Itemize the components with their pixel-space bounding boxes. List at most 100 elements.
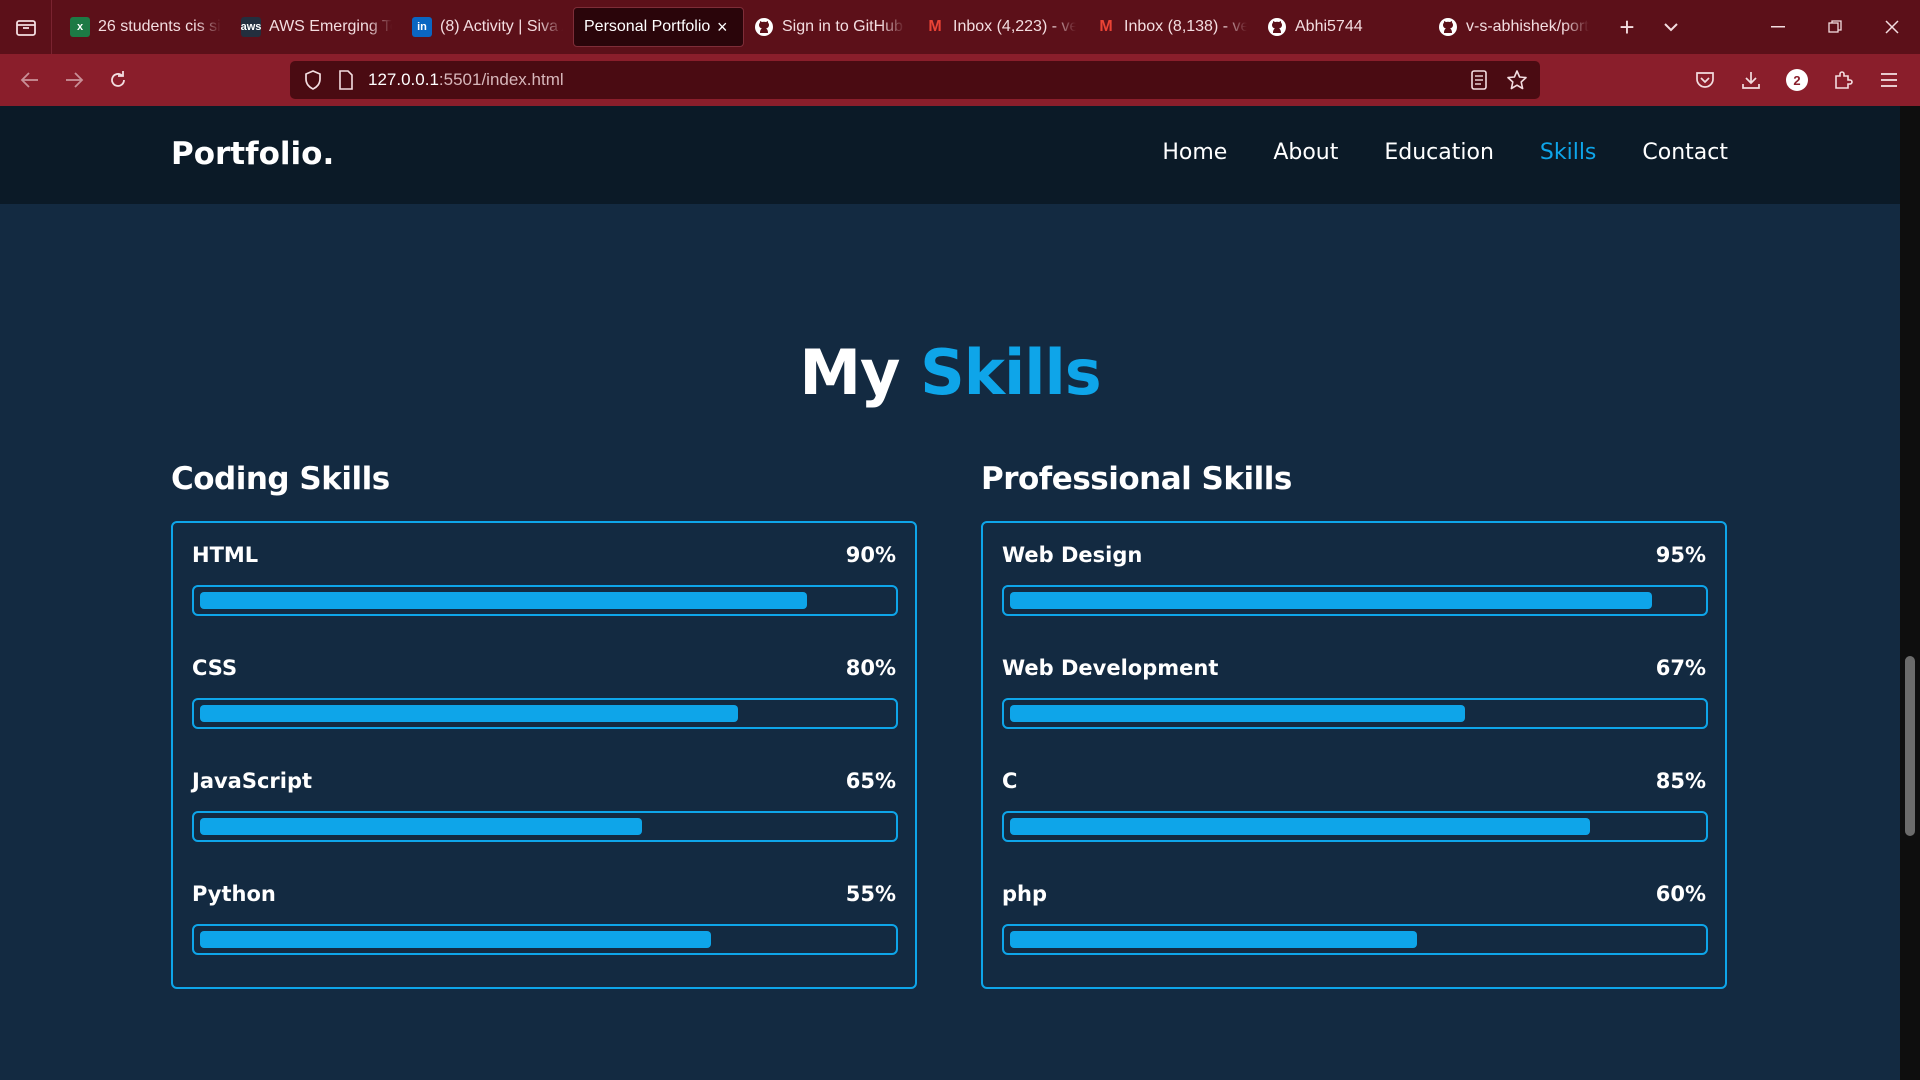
skill-name: Web Development [1002,656,1219,680]
professional-skills-column: Professional Skills Web Design 95% Web Dev… [981,461,1727,989]
skill-item: Python 55% [192,882,898,995]
url-path: :5501/index.html [438,70,564,89]
nav-link-about[interactable]: About [1273,140,1338,165]
skill-item: Web Design 95% [1002,543,1708,656]
skill-progress-bar [1002,811,1708,842]
url-host: 127.0.0.1 [368,70,439,89]
nav-link-education[interactable]: Education [1384,140,1494,165]
skill-name: Python [192,882,276,906]
nav-link-home[interactable]: Home [1162,140,1227,165]
page-scrollbar[interactable] [1900,106,1920,1080]
browser-tab[interactable]: aws AWS Emerging Te [231,7,402,47]
hamburger-menu-icon [1881,73,1897,87]
skill-name: CSS [192,656,238,680]
browser-tab[interactable]: in (8) Activity | Siva A [402,7,573,47]
shield-icon[interactable] [304,70,322,90]
arrow-left-icon [20,72,38,88]
list-all-tabs-button[interactable] [1649,7,1693,47]
skill-percent: 85% [1655,769,1706,793]
site-header: Portfolio. Home About Education Skills Conta… [0,106,1900,204]
reload-button[interactable] [96,58,140,102]
skill-progress-fill [200,818,642,835]
skill-percent: 55% [845,882,896,906]
forward-button[interactable] [52,58,96,102]
page-icon[interactable] [338,70,354,90]
coding-skills-column: Coding Skills HTML 90% CSS 80% JavaScript 65%… [171,461,917,989]
skill-header: JavaScript 65% [192,769,896,801]
pocket-icon [1696,72,1714,88]
skill-progress-fill [200,705,739,722]
close-window-button[interactable] [1863,0,1920,54]
browser-tab[interactable]: Abhi5744 [1257,7,1428,47]
browser-tab[interactable]: v-s-abhishek/port [1428,7,1599,47]
browser-tab[interactable]: M Inbox (4,223) - ve [915,7,1086,47]
skill-header: HTML 90% [192,543,896,575]
restore-button[interactable] [1806,0,1863,54]
extensions-button[interactable] [1822,58,1864,102]
chevron-down-icon [1664,23,1678,32]
skill-progress-bar [1002,698,1708,729]
account-button[interactable]: 2 [1776,58,1818,102]
skill-progress-fill [200,592,808,609]
heading-plain: My [799,336,900,409]
pocket-button[interactable] [1684,58,1726,102]
downloads-button[interactable] [1730,58,1772,102]
aws-icon: aws [241,17,261,37]
skill-progress-fill [1010,592,1652,609]
skill-header: php 60% [1002,882,1706,914]
tab-title: Personal Portfolio [584,18,711,35]
tab-title: 26 students cis siv [98,18,221,35]
nav-link-contact[interactable]: Contact [1642,140,1728,165]
github-icon [754,17,774,37]
coding-skills-box: HTML 90% CSS 80% JavaScript 65% Python 55% [171,521,917,989]
url-text[interactable]: 127.0.0.1:5501/index.html [368,70,564,90]
scrollbar-thumb[interactable] [1905,656,1915,836]
tab-title: Inbox (8,138) - ve [1124,18,1247,35]
skill-progress-bar [192,924,898,955]
skill-header: Web Design 95% [1002,543,1706,575]
skill-header: CSS 80% [192,656,896,688]
skill-progress-bar [192,698,898,729]
skill-progress-fill [1010,818,1590,835]
skill-item: CSS 80% [192,656,898,769]
back-button[interactable] [8,58,52,102]
browser-tab[interactable]: x 26 students cis siv [60,7,231,47]
skill-header: Python 55% [192,882,896,914]
skill-progress-bar [192,811,898,842]
new-tab-button[interactable]: + [1605,7,1649,47]
tab-overview-button[interactable] [0,0,52,54]
browser-tab[interactable]: Sign in to GitHub [744,7,915,47]
close-tab-icon[interactable]: × [717,17,733,38]
skill-item: HTML 90% [192,543,898,656]
browser-tab[interactable]: M Inbox (8,138) - ve [1086,7,1257,47]
app-menu-button[interactable] [1868,58,1910,102]
toolbar-tools: 2 [1684,58,1910,102]
tab-title: Inbox (4,223) - ve [953,18,1076,35]
skill-item: JavaScript 65% [192,769,898,882]
tab-title: Sign in to GitHub [782,18,903,35]
bookmark-star-icon[interactable] [1506,69,1528,91]
nav-link-skills[interactable]: Skills [1540,140,1597,165]
skill-item: php 60% [1002,882,1708,995]
skill-progress-fill [200,931,711,948]
excel-icon: x [70,17,90,37]
minimize-button[interactable] [1749,0,1806,54]
puzzle-icon [1835,71,1853,89]
tab-active[interactable]: Personal Portfolio × [573,7,744,47]
tab-list-icon [15,20,36,36]
coding-skills-title: Coding Skills [171,461,390,497]
skill-progress-bar [1002,585,1708,616]
heading-accent: Skills [920,336,1102,409]
arrow-right-icon [66,72,84,88]
site-logo[interactable]: Portfolio. [171,136,334,172]
restore-icon [1827,20,1842,33]
plus-icon: + [1619,11,1635,42]
window-controls [1749,0,1920,54]
skill-percent: 60% [1655,882,1706,906]
address-bar[interactable]: 127.0.0.1:5501/index.html [290,61,1540,99]
skill-percent: 65% [845,769,896,793]
minimize-icon [1770,26,1785,28]
skill-header: Web Development 67% [1002,656,1706,688]
close-icon [1884,20,1899,34]
reader-view-icon[interactable] [1470,70,1488,90]
